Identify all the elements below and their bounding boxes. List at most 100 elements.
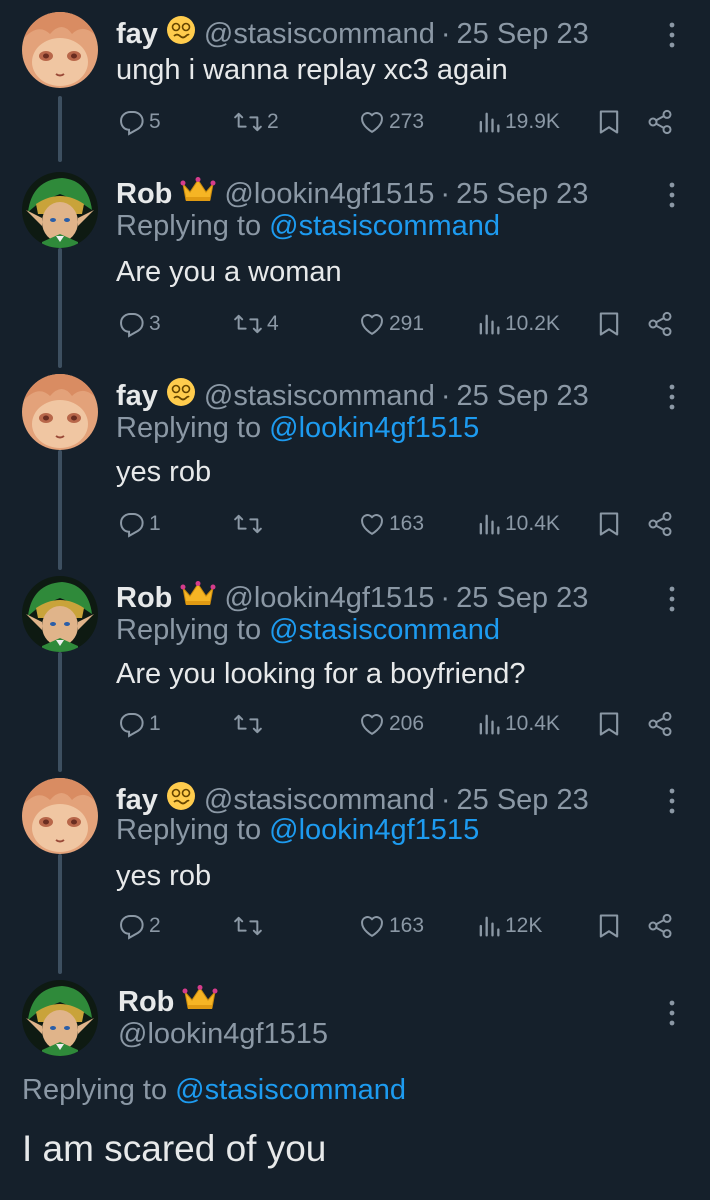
timestamp[interactable]: 25 Sep 23 (457, 380, 589, 413)
more-options-icon[interactable] (662, 382, 682, 412)
tweet[interactable]: Rob @lookin4gf1515 · 25 Sep 23 Replying … (0, 160, 710, 362)
avatar[interactable] (22, 172, 98, 248)
bookmark-icon (599, 914, 619, 938)
timestamp[interactable]: 25 Sep 23 (456, 178, 588, 211)
reply-button[interactable]: 1 (118, 506, 161, 542)
display-name[interactable]: Rob (118, 986, 174, 1019)
more-options-icon[interactable] (662, 180, 682, 210)
handle[interactable]: @lookin4gf1515 (224, 582, 434, 615)
views-count: 12K (505, 914, 543, 937)
replying-to-label: Replying to (116, 614, 262, 646)
action-bar: 3 4 291 10.2K (0, 306, 710, 342)
avatar[interactable] (22, 12, 98, 88)
more-options-icon[interactable] (662, 584, 682, 614)
handle[interactable]: @lookin4gf1515 (118, 1018, 328, 1051)
avatar[interactable] (22, 980, 98, 1056)
timestamp[interactable]: 25 Sep 23 (457, 18, 589, 51)
display-name[interactable]: fay (116, 18, 158, 51)
reply-button[interactable]: 3 (118, 306, 161, 342)
display-name[interactable]: Rob (116, 582, 172, 615)
handle[interactable]: @stasiscommand (204, 784, 435, 817)
retweet-button[interactable]: 2 (232, 104, 279, 140)
like-count: 291 (389, 312, 425, 335)
reply-button[interactable]: 2 (118, 908, 161, 944)
views-chart-icon (479, 916, 500, 937)
more-options-icon[interactable] (662, 998, 682, 1028)
link-character-avatar-icon (22, 172, 98, 248)
replying-to-label: Replying to (22, 1074, 168, 1106)
mention-link[interactable]: @lookin4gf1515 (269, 814, 479, 846)
action-bar: 2 163 12K (0, 908, 710, 944)
tweet[interactable]: Rob @lookin4gf1515 · 25 Sep 23 Replying … (0, 564, 710, 766)
mention-link[interactable]: @stasiscommand (269, 210, 500, 242)
mention-link[interactable]: @stasiscommand (175, 1074, 406, 1106)
share-button[interactable] (646, 306, 674, 342)
bookmark-button[interactable] (596, 104, 622, 140)
tweet-text: ungh i wanna replay xc3 again (116, 54, 508, 86)
views-chart-icon (479, 714, 500, 735)
like-button[interactable]: 273 (358, 104, 424, 140)
like-button[interactable]: 163 (358, 506, 424, 542)
tweet-header: fay @stasiscommand · 25 Sep 23 (116, 378, 589, 414)
display-name[interactable]: Rob (116, 178, 172, 211)
tweet[interactable]: fay @stasiscommand · 25 Sep 23 Replying … (0, 766, 710, 968)
views-button[interactable]: 12K (476, 908, 542, 944)
reply-count: 2 (149, 914, 161, 937)
timestamp[interactable]: 25 Sep 23 (456, 582, 588, 615)
more-options-icon[interactable] (662, 20, 682, 50)
crown-icon (180, 176, 216, 212)
retweet-button[interactable] (232, 908, 267, 944)
tweet-text: yes rob (116, 456, 212, 488)
bookmark-button[interactable] (596, 306, 622, 342)
separator: · (440, 17, 451, 50)
more-options-icon[interactable] (662, 786, 682, 816)
retweet-count: 4 (267, 312, 279, 335)
link-character-avatar-icon (22, 980, 98, 1056)
bookmark-button[interactable] (596, 506, 622, 542)
display-name[interactable]: fay (116, 380, 158, 413)
like-count: 273 (389, 110, 425, 133)
retweet-button[interactable] (232, 706, 267, 742)
like-button[interactable]: 291 (358, 306, 424, 342)
handle[interactable]: @lookin4gf1515 (224, 178, 434, 211)
bookmark-button[interactable] (596, 706, 622, 742)
views-button[interactable]: 10.2K (476, 306, 560, 342)
reply-button[interactable]: 1 (118, 706, 161, 742)
replying-to: Replying to @stasiscommand (116, 210, 500, 243)
reply-button[interactable]: 5 (118, 104, 161, 140)
share-icon (648, 711, 672, 737)
retweet-button[interactable] (232, 506, 267, 542)
tweet[interactable]: fay @stasiscommand · 25 Sep 23 ungh i wa… (0, 0, 710, 160)
views-button[interactable]: 19.9K (476, 104, 560, 140)
share-icon (648, 109, 672, 135)
share-icon (648, 511, 672, 537)
retweet-button[interactable]: 4 (232, 306, 279, 342)
share-button[interactable] (646, 104, 674, 140)
avatar[interactable] (22, 576, 98, 652)
reply-count: 1 (149, 512, 161, 535)
timestamp[interactable]: 25 Sep 23 (457, 784, 589, 817)
views-button[interactable]: 10.4K (476, 506, 560, 542)
tweet-header: Rob @lookin4gf1515 · 25 Sep 23 (116, 580, 588, 616)
display-name[interactable]: fay (116, 784, 158, 817)
bookmark-button[interactable] (596, 908, 622, 944)
mention-link[interactable]: @lookin4gf1515 (269, 412, 479, 444)
share-button[interactable] (646, 506, 674, 542)
like-button[interactable]: 163 (358, 908, 424, 944)
heart-icon (361, 714, 383, 735)
tweet[interactable]: fay @stasiscommand · 25 Sep 23 Replying … (0, 362, 710, 564)
reply-icon (120, 312, 144, 338)
views-button[interactable]: 10.4K (476, 706, 560, 742)
like-count: 163 (389, 914, 425, 937)
action-bar: 1 206 10.4K (0, 706, 710, 742)
like-button[interactable]: 206 (358, 706, 424, 742)
avatar[interactable] (22, 374, 98, 450)
share-button[interactable] (646, 908, 674, 944)
avatar[interactable] (22, 778, 98, 854)
mention-link[interactable]: @stasiscommand (269, 614, 500, 646)
anime-girl-avatar-icon (22, 12, 98, 88)
share-button[interactable] (646, 706, 674, 742)
handle[interactable]: @stasiscommand (204, 380, 435, 413)
replying-to: Replying to @stasiscommand (22, 1074, 406, 1107)
handle[interactable]: @stasiscommand (204, 18, 435, 51)
